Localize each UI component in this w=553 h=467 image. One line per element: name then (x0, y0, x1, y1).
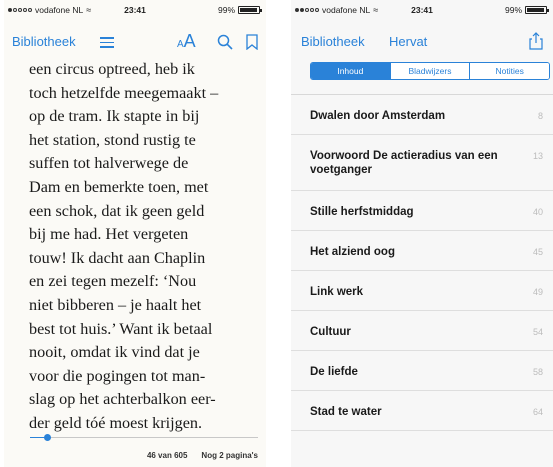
text-line: touw! Ik dacht aan Chaplin (29, 248, 206, 267)
text-line: het station, stond rustig te (29, 130, 196, 149)
battery-percent: 99% (504, 5, 522, 15)
toc-page-number: 58 (532, 367, 543, 377)
reading-progress-knob[interactable] (43, 434, 51, 441)
text-line: best tot huis.’ Want ik betaal (29, 319, 213, 338)
font-size-icon[interactable]: AA (177, 31, 196, 52)
toc-chapter-title: Het alziend oog (310, 246, 395, 258)
reader-screen: vodafone NL ≈ 23:41 99% Bibliotheek AA e… (4, 0, 266, 467)
text-line: nooit, omdat ik vind dat je (29, 343, 200, 362)
toc-row[interactable]: De liefde 58 (291, 351, 553, 391)
text-line: bij me had. Het vergeten (29, 225, 189, 244)
page-position: 46 van 605 (146, 451, 188, 460)
search-icon[interactable] (217, 34, 233, 50)
text-line: slag op het achterbalkon eer- (29, 390, 216, 409)
page-footer: 46 van 605 Nog 2 pagina's (147, 451, 258, 460)
battery-status: 99% (504, 5, 549, 15)
text-line: op de tram. Ik stapte in bij (29, 107, 200, 126)
toc-page-number: 8 (537, 111, 543, 121)
status-bar: vodafone NL ≈ 23:41 99% (291, 4, 553, 18)
contents-tab-control: Inhoud Bladwijzers Notities (310, 62, 550, 80)
toc-page-number: 54 (532, 327, 543, 337)
toc-chapter-title: De liefde (310, 366, 358, 378)
text-line: voor die pogingen tot man- (29, 366, 206, 385)
text-line: toch hetzelfde meegemaakt – (29, 83, 219, 102)
battery-icon (238, 6, 262, 14)
toc-row[interactable]: Link werk 49 (291, 271, 553, 311)
toc-chapter-title: Stad te water (310, 406, 382, 418)
reading-progress-track[interactable] (30, 437, 258, 438)
toc-page-number: 40 (532, 207, 543, 217)
tab-contents[interactable]: Inhoud (311, 63, 391, 79)
toc-chapter-title: Voorwoord De actieradius van een voetgan… (310, 150, 498, 176)
text-line: niet bibberen – je haalt het (29, 295, 202, 314)
library-button[interactable]: Bibliotheek (301, 34, 365, 49)
toc-row[interactable]: Dwalen door Amsterdam 8 (291, 95, 553, 135)
battery-status: 99% (217, 5, 262, 15)
toc-page-number: 13 (532, 151, 543, 161)
text-line: een schok, dat ik geen geld (29, 201, 205, 220)
toc-page-number: 64 (532, 407, 543, 417)
share-icon[interactable] (529, 32, 543, 50)
toc-chapter-title: Cultuur (310, 326, 351, 338)
contents-toolbar: Bibliotheek Hervat (291, 26, 553, 54)
reader-toolbar: Bibliotheek AA (4, 26, 266, 54)
toc-row[interactable]: Stille herfstmiddag 40 (291, 191, 553, 231)
table-of-contents-icon[interactable] (100, 37, 114, 48)
font-small-label: A (177, 39, 184, 50)
toc-page-number: 45 (532, 247, 543, 257)
toc-chapter-title: Dwalen door Amsterdam (310, 110, 446, 122)
tab-bookmarks[interactable]: Bladwijzers (390, 63, 471, 79)
book-page-text: een circus optreed, heb ik toch hetzelfde… (29, 58, 259, 436)
battery-icon (525, 6, 549, 14)
pages-left-in-chapter: Nog 2 pagina's (201, 451, 258, 460)
font-big-label: A (183, 31, 196, 51)
toc-row[interactable]: Voorwoord De actieradius van een voetgan… (291, 135, 553, 191)
toc-chapter-title: Stille herfstmiddag (310, 206, 414, 218)
table-of-contents-list: Dwalen door Amsterdam 8 Voorwoord De actie… (291, 95, 553, 431)
status-bar: vodafone NL ≈ 23:41 99% (4, 4, 266, 18)
toc-chapter-title: Link werk (310, 286, 364, 298)
battery-percent: 99% (217, 5, 235, 15)
text-line: Dam en bemerkte toen, met (29, 177, 209, 196)
text-line: een circus optreed, heb ik (29, 60, 195, 78)
resume-button[interactable]: Hervat (389, 34, 427, 49)
toc-row[interactable]: Het alziend oog 45 (291, 231, 553, 271)
toc-row[interactable]: Stad te water 64 (291, 391, 553, 431)
toc-page-number: 49 (532, 287, 543, 297)
bookmark-icon[interactable] (246, 34, 258, 50)
text-line: suffen tot halverwege de (29, 154, 189, 173)
text-line: en zei tegen mezelf: ‘Nou (29, 272, 197, 291)
library-button[interactable]: Bibliotheek (12, 34, 76, 49)
tab-notes[interactable]: Notities (470, 63, 549, 79)
toc-row[interactable]: Cultuur 54 (291, 311, 553, 351)
contents-screen: vodafone NL ≈ 23:41 99% Bibliotheek Herv… (291, 0, 553, 467)
text-line: der geld tóé moest krijgen. (29, 413, 203, 432)
